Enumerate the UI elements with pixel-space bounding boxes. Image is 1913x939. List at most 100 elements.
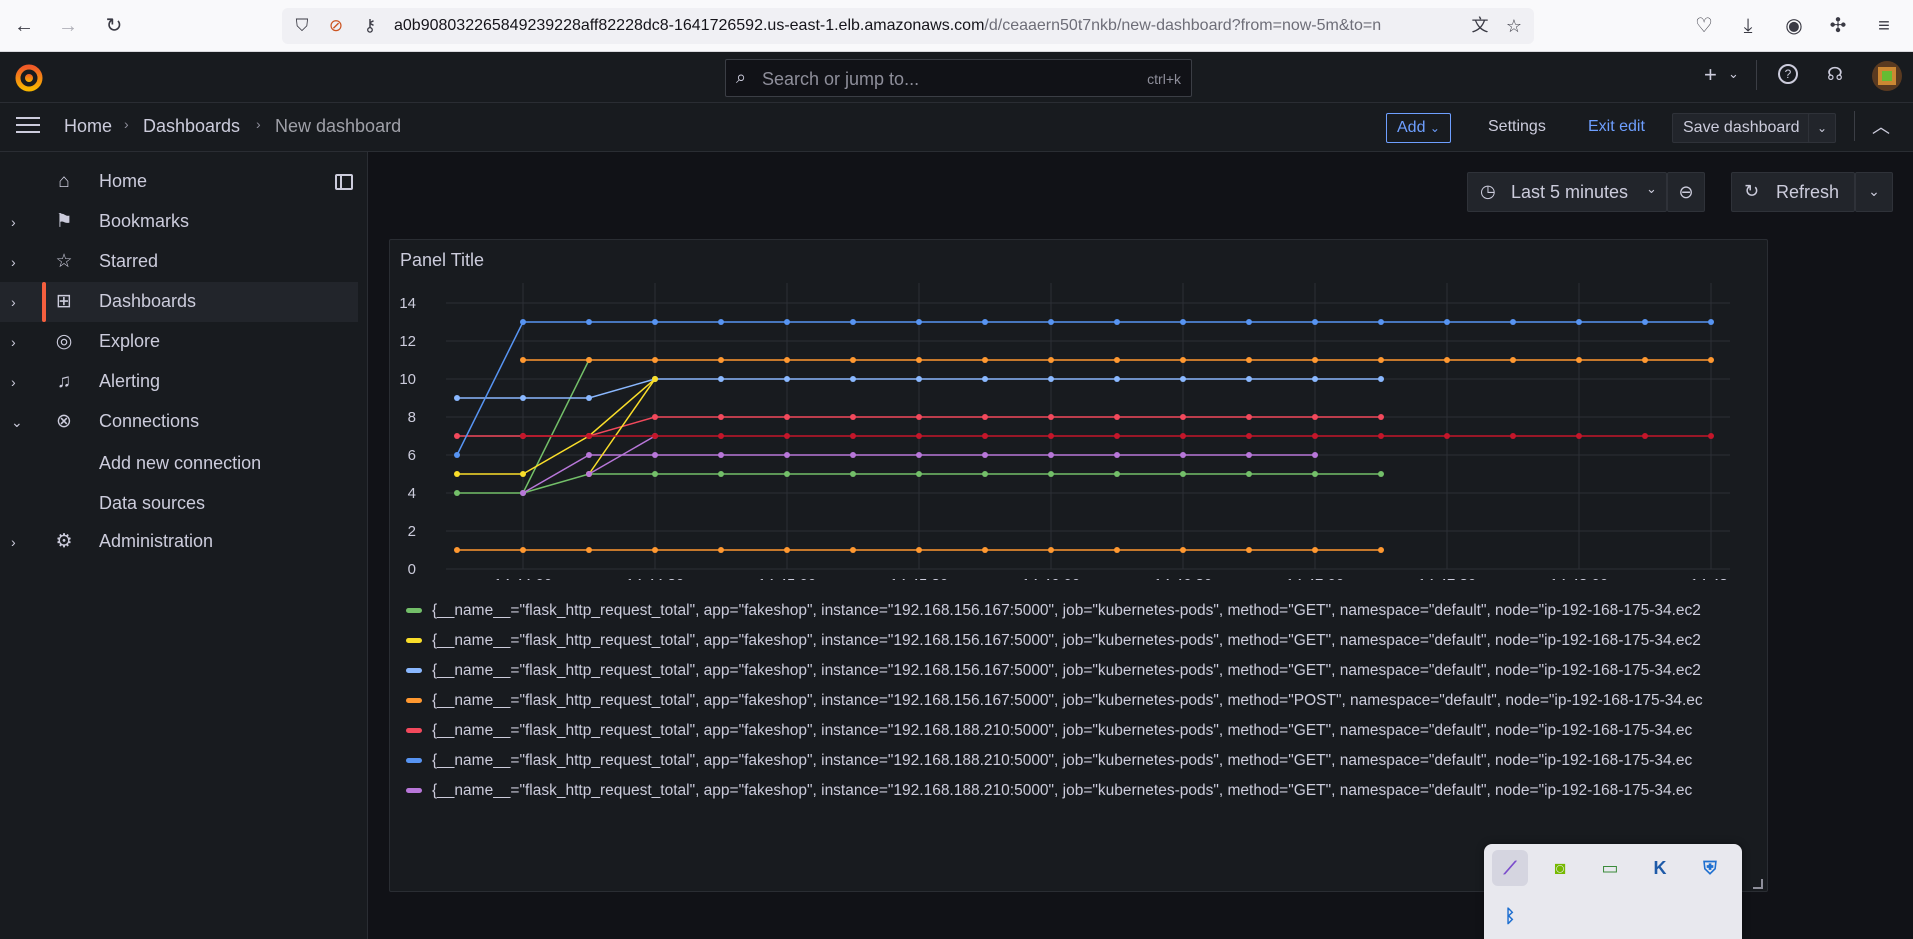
data-point	[1114, 433, 1120, 439]
nvidia-icon[interactable]: ◙	[1542, 850, 1578, 886]
y-tick-label: 8	[408, 409, 416, 426]
sidebar-item-administration[interactable]: › ⚙ Administration	[0, 522, 358, 562]
data-point	[1246, 471, 1252, 477]
sidebar-item-alerting[interactable]: › ♫ Alerting	[0, 362, 358, 402]
sidebar-subitem-data-sources[interactable]: Data sources	[99, 493, 205, 514]
grafana-logo-icon[interactable]	[14, 63, 44, 93]
refresh-button[interactable]: ↻ Refresh	[1731, 172, 1855, 212]
time-range-picker[interactable]: ◷ Last 5 minutes ⌄	[1467, 172, 1667, 212]
sidebar-item-starred[interactable]: › ☆ Starred	[0, 242, 358, 282]
address-bar[interactable]: ⛉ ⊘ ⚷ a0b908032265849239228aff82228dc8-1…	[282, 8, 1534, 44]
sidebar-subitem-add-new-connection[interactable]: Add new connection	[99, 453, 261, 474]
x-tick-label: 14:47:00	[1286, 576, 1344, 580]
reload-icon[interactable]: ↻	[102, 14, 126, 38]
data-point	[982, 547, 988, 553]
display-app-icon[interactable]: ▭	[1592, 850, 1628, 886]
legend-item[interactable]: {__name__="flask_http_request_total", ap…	[406, 632, 1746, 656]
sidebar-item-home[interactable]: ⌂ Home	[0, 162, 358, 202]
sidebar-item-explore[interactable]: › ◎ Explore	[0, 322, 358, 362]
menu-icon[interactable]: ≡	[1872, 14, 1896, 38]
data-point	[1048, 376, 1054, 382]
time-series-chart[interactable]: 0 2 4 6 8 10 12 14 14:44:00 14:44:30 14:45:00 14:45…	[390, 280, 1768, 580]
chevron-down-icon[interactable]: ⌄	[1728, 66, 1739, 82]
shield-icon[interactable]: ⛉	[290, 14, 314, 38]
data-point	[1378, 376, 1384, 382]
data-point	[850, 376, 856, 382]
breadcrumb-separator-icon: ›	[124, 116, 129, 132]
x-tick-label: 14:48:	[1690, 576, 1732, 580]
breadcrumb-dashboards[interactable]: Dashboards	[143, 116, 240, 137]
legend-item[interactable]: {__name__="flask_http_request_total", ap…	[406, 662, 1746, 686]
download-icon[interactable]: ⤓	[1736, 14, 1760, 38]
panel[interactable]: Panel Title 0 2 4 6 8 10 12 14 14:44:00 14:44:30 1…	[389, 239, 1768, 892]
extensions-icon[interactable]: ✣	[1826, 14, 1850, 38]
data-point	[1378, 471, 1384, 477]
collapse-chevron-up-icon[interactable]: ︿	[1872, 113, 1890, 139]
refresh-interval-chevron-icon[interactable]: ⌄	[1855, 172, 1893, 212]
y-tick-label: 6	[408, 447, 416, 464]
legend-item[interactable]: {__name__="flask_http_request_total", ap…	[406, 752, 1746, 776]
back-arrow-icon[interactable]: ←	[12, 14, 36, 38]
data-point	[1444, 319, 1450, 325]
key-icon[interactable]: ⚷	[358, 14, 382, 38]
sidebar-item-connections[interactable]: ⌄ ⊗ Connections	[0, 402, 358, 442]
rss-icon[interactable]: ☊	[1827, 64, 1843, 85]
legend-item[interactable]: {__name__="flask_http_request_total", ap…	[406, 692, 1746, 716]
data-point	[1048, 319, 1054, 325]
zoom-out-icon[interactable]: ⊖	[1667, 172, 1705, 212]
chevron-right-icon[interactable]: ›	[11, 290, 27, 314]
data-point	[652, 414, 658, 420]
breadcrumb-home[interactable]: Home	[64, 116, 112, 137]
data-point	[520, 490, 526, 496]
refresh-icon: ↻	[1744, 181, 1760, 201]
chevron-right-icon[interactable]: ›	[11, 530, 27, 554]
grafana-topnav: ⌕ Search or jump to... ctrl+k + ⌄ ? ☊ Ho…	[0, 52, 1913, 152]
data-point	[586, 471, 592, 477]
y-tick-label: 12	[399, 333, 416, 350]
data-point	[1180, 319, 1186, 325]
data-point	[1510, 319, 1516, 325]
bookmark-star-icon[interactable]: ☆	[1502, 14, 1526, 38]
url-text[interactable]: a0b908032265849239228aff82228dc8-1641726…	[394, 17, 1459, 35]
legend-item[interactable]: {__name__="flask_http_request_total", ap…	[406, 782, 1746, 806]
chevron-right-icon[interactable]: ›	[11, 210, 27, 234]
resize-handle-icon[interactable]	[1753, 879, 1763, 889]
save-dashboard-button[interactable]: Save dashboard	[1672, 113, 1812, 143]
help-icon[interactable]: ?	[1778, 64, 1798, 84]
pocket-icon[interactable]: ♡	[1692, 14, 1716, 38]
security-shield-icon[interactable]: ⛨	[1692, 850, 1728, 886]
account-icon[interactable]: ◉	[1782, 14, 1806, 38]
add-button[interactable]: Add ⌄	[1386, 113, 1451, 143]
browser-toolbar: ← → ↻ ⛉ ⊘ ⚷ a0b908032265849239228aff8222…	[0, 0, 1913, 52]
data-point	[1312, 471, 1318, 477]
chevron-right-icon[interactable]: ›	[11, 370, 27, 394]
save-options-chevron-icon[interactable]: ⌄	[1808, 113, 1836, 143]
settings-button[interactable]: Settings	[1478, 113, 1556, 143]
search-icon: ⌕	[736, 67, 747, 87]
forward-arrow-icon[interactable]: →	[56, 14, 80, 38]
legend-item[interactable]: {__name__="flask_http_request_total", ap…	[406, 722, 1746, 746]
search-input[interactable]: ⌕ Search or jump to... ctrl+k	[725, 59, 1192, 97]
panel-title[interactable]: Panel Title	[400, 250, 484, 271]
chevron-right-icon[interactable]: ›	[11, 330, 27, 354]
feather-app-icon[interactable]: ⟋	[1492, 850, 1528, 886]
bell-icon: ♫	[56, 371, 72, 392]
new-plus-icon[interactable]: +	[1704, 62, 1717, 88]
sidebar-item-bookmarks[interactable]: › ⚑ Bookmarks	[0, 202, 358, 242]
search-shortcut: ctrl+k	[1147, 71, 1181, 87]
insecure-lock-icon[interactable]: ⊘	[324, 14, 348, 38]
hamburger-menu-icon[interactable]	[16, 117, 40, 135]
data-point	[1312, 319, 1318, 325]
chevron-down-icon[interactable]: ⌄	[11, 410, 27, 434]
k-app-icon[interactable]: K	[1642, 850, 1678, 886]
exit-edit-button[interactable]: Exit edit	[1578, 113, 1655, 143]
bluetooth-icon[interactable]: ᛒ	[1492, 898, 1528, 934]
translate-icon[interactable]: 文	[1468, 14, 1492, 38]
avatar[interactable]	[1872, 61, 1902, 91]
sidebar-item-dashboards[interactable]: › ⊞ Dashboards	[0, 282, 358, 322]
legend-item[interactable]: {__name__="flask_http_request_total", ap…	[406, 602, 1746, 626]
data-point	[718, 319, 724, 325]
chevron-right-icon[interactable]: ›	[11, 250, 27, 274]
data-point	[1048, 357, 1054, 363]
data-point	[850, 433, 856, 439]
